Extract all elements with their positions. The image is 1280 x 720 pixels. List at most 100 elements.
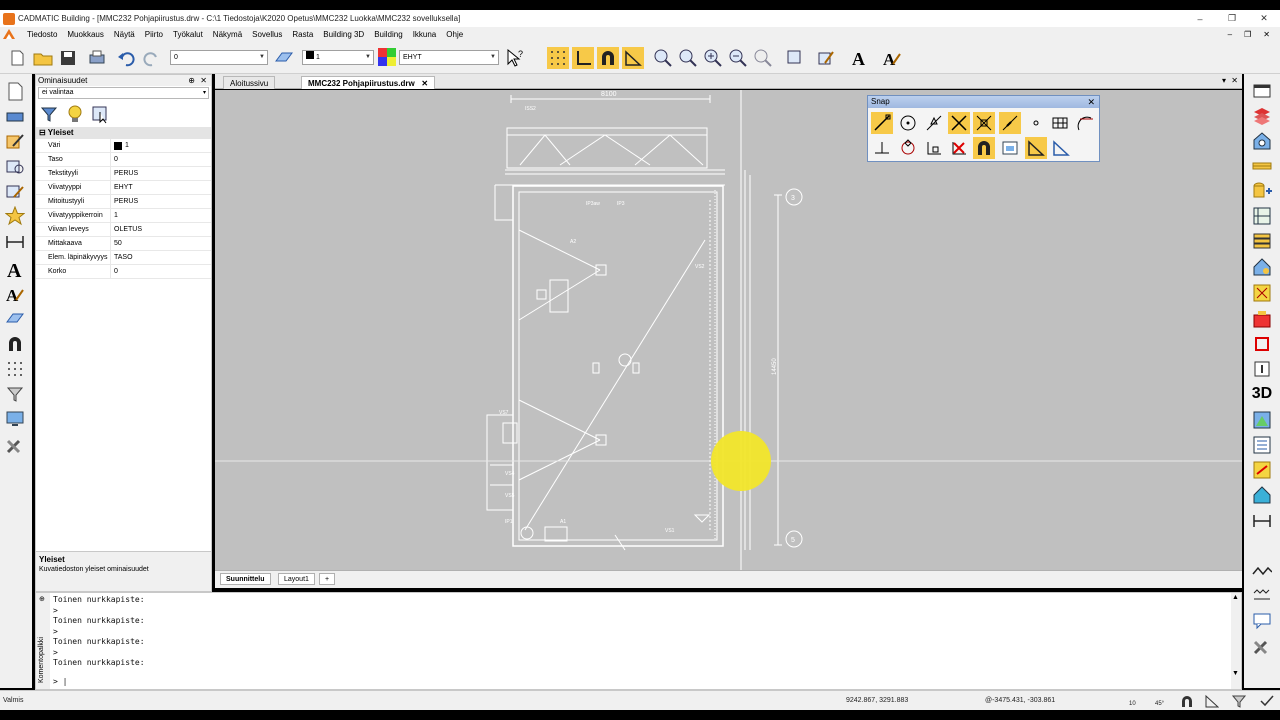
pin-icon[interactable]: ⊕ xyxy=(39,595,45,603)
snap-center-button[interactable] xyxy=(897,112,919,134)
snap-tangent-button[interactable] xyxy=(1074,112,1096,134)
property-row[interactable]: Viivatyyppikerroin 1 xyxy=(36,209,211,223)
minimize-button[interactable]: – xyxy=(1184,14,1216,24)
room-button[interactable] xyxy=(1250,308,1274,330)
comment-button[interactable] xyxy=(1250,610,1274,632)
menu-tyokalut[interactable]: Työkalut xyxy=(168,30,208,39)
snap-grid-button[interactable] xyxy=(1049,112,1071,134)
snap-quadrant-button[interactable] xyxy=(897,137,919,159)
property-row[interactable]: Viivatyyppi EHYT xyxy=(36,181,211,195)
redo-button[interactable] xyxy=(141,47,163,69)
snap-angle-button[interactable] xyxy=(1050,137,1072,159)
close-button[interactable]: ✕ xyxy=(1248,13,1280,24)
linetype-select[interactable]: EHYT ▼ xyxy=(399,50,499,65)
edit-tool-button[interactable] xyxy=(815,47,837,69)
property-row[interactable]: Taso 0 xyxy=(36,153,211,167)
tab-drawing[interactable]: MMC232 Pohjapiirustus.drw ✕ xyxy=(301,76,436,89)
snap-endpoint-button[interactable] xyxy=(871,112,893,134)
mdi-minimize-button[interactable]: – xyxy=(1228,30,1232,39)
building-gear-button[interactable] xyxy=(1250,130,1274,152)
wall-button[interactable] xyxy=(1250,205,1274,227)
property-row[interactable]: Elem. läpinäkyvyys TASO xyxy=(36,251,211,265)
add-object-button[interactable] xyxy=(1250,180,1274,202)
report-button[interactable] xyxy=(1250,459,1274,481)
ortho-toggle-button[interactable] xyxy=(572,47,594,69)
undo-button[interactable] xyxy=(115,47,137,69)
status-polar-toggle[interactable] xyxy=(1205,694,1220,710)
color-palette-button[interactable] xyxy=(376,46,398,68)
modify-tool-button[interactable] xyxy=(3,180,27,202)
layers-stack-button[interactable] xyxy=(1250,105,1274,127)
status-check-toggle[interactable] xyxy=(1260,694,1274,710)
snap-magnet-button[interactable] xyxy=(973,137,995,159)
grid-left-button[interactable] xyxy=(3,358,27,380)
menu-nayta[interactable]: Näytä xyxy=(109,30,140,39)
snap-intersection-button[interactable] xyxy=(948,112,970,134)
snap-settings-button[interactable] xyxy=(999,137,1021,159)
snap-node-button[interactable] xyxy=(1025,112,1047,134)
scroll-up-icon[interactable]: ▲ xyxy=(1232,594,1239,601)
filter-left-button[interactable] xyxy=(3,383,27,405)
zoom-window-button[interactable] xyxy=(652,47,674,69)
draw-tool-button[interactable] xyxy=(3,130,27,152)
print-preview-button[interactable] xyxy=(3,105,27,127)
menu-piirto[interactable]: Piirto xyxy=(140,30,168,39)
section-yleiset[interactable]: ⊟ Yleiset xyxy=(36,127,211,139)
house-up-button[interactable] xyxy=(1250,484,1274,506)
add-layout-button[interactable]: + xyxy=(319,573,336,585)
beam-button[interactable] xyxy=(1250,155,1274,177)
list-button[interactable] xyxy=(1250,434,1274,456)
snap-midpoint-button[interactable] xyxy=(923,112,945,134)
info-button[interactable] xyxy=(1250,358,1274,380)
menu-muokkaus[interactable]: Muokkaus xyxy=(62,30,108,39)
filter-button[interactable] xyxy=(38,103,60,125)
wave-button[interactable] xyxy=(1250,560,1274,582)
dimension-tool-button[interactable] xyxy=(3,231,27,253)
command-input[interactable]: > | xyxy=(53,677,67,686)
property-row[interactable]: Väri 1 xyxy=(36,139,211,153)
scroll-down-icon[interactable]: ▼ xyxy=(1232,670,1239,677)
drawing-canvas[interactable]: 8100 14450 3 5 IP3aw IP3 VS2 VS7 VS4 VS5… xyxy=(215,90,1242,570)
document-close-button[interactable]: ✕ xyxy=(1231,76,1238,85)
symbol-tool-button[interactable] xyxy=(3,205,27,227)
snap-nearest-button[interactable] xyxy=(999,112,1021,134)
snap-polar-button[interactable] xyxy=(1025,137,1047,159)
snap-toggle-button[interactable] xyxy=(597,47,619,69)
menu-building-3d[interactable]: Building 3D xyxy=(318,30,369,39)
print-button[interactable] xyxy=(86,47,108,69)
zoom-extents-button[interactable] xyxy=(677,47,699,69)
structure-button[interactable] xyxy=(1250,282,1274,304)
layer-select[interactable]: 0 ▼ xyxy=(170,50,268,65)
save-button[interactable] xyxy=(57,47,79,69)
snap-extension-button[interactable] xyxy=(923,137,945,159)
text-tool-button[interactable]: A xyxy=(848,47,870,69)
new-file-button[interactable] xyxy=(6,47,28,69)
text-edit-button[interactable]: A xyxy=(881,47,903,69)
roof-button[interactable] xyxy=(1250,256,1274,278)
shape-tool-button[interactable] xyxy=(3,155,27,177)
polar-toggle-button[interactable] xyxy=(622,47,644,69)
mdi-restore-button[interactable]: ❐ xyxy=(1244,30,1251,39)
zoom-out-button[interactable] xyxy=(727,47,749,69)
select-objects-button[interactable] xyxy=(90,103,112,125)
command-scrollbar[interactable]: ▲ ▼ xyxy=(1231,593,1241,689)
property-row[interactable]: Viivan leveys OLETUS xyxy=(36,223,211,237)
slab-button[interactable] xyxy=(1250,230,1274,252)
property-row[interactable]: Mittakaava 50 xyxy=(36,237,211,251)
tab-list-button[interactable]: ▾ xyxy=(1222,76,1226,85)
status-snap-toggle[interactable] xyxy=(1180,694,1194,710)
quick-select-button[interactable] xyxy=(64,103,86,125)
snap-perpendicular-button[interactable] xyxy=(871,137,893,159)
mdi-close-button[interactable]: ✕ xyxy=(1263,30,1270,39)
color-select[interactable]: 1 ▼ xyxy=(302,50,374,65)
menu-ohje[interactable]: Ohje xyxy=(441,30,468,39)
context-help-button[interactable]: ? xyxy=(504,47,526,69)
3d-view-button[interactable]: 3D xyxy=(1250,383,1274,405)
property-row[interactable]: Korko 0 xyxy=(36,265,211,279)
tools-right-button[interactable] xyxy=(1250,635,1274,657)
view-left-button[interactable] xyxy=(3,408,27,430)
properties-close-button[interactable]: ✕ xyxy=(200,75,207,86)
menu-sovellus[interactable]: Sovellus xyxy=(247,30,287,39)
grid-toggle-button[interactable] xyxy=(547,47,569,69)
render-button[interactable] xyxy=(1250,409,1274,431)
